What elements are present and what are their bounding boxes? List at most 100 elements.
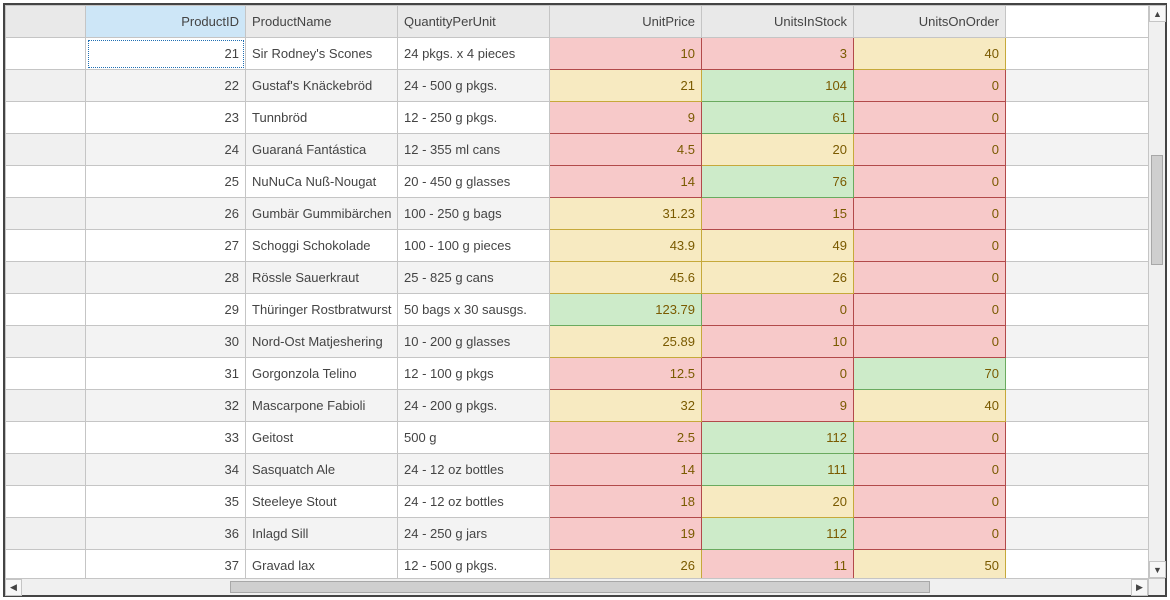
cell-unitprice[interactable]: 14	[550, 454, 702, 486]
cell-unitsonorder[interactable]: 0	[854, 262, 1006, 294]
table-row[interactable]: 25NuNuCa Nuß-Nougat20 - 450 g glasses147…	[6, 166, 1149, 198]
table-row[interactable]: 29Thüringer Rostbratwurst50 bags x 30 sa…	[6, 294, 1149, 326]
select-all-corner[interactable]	[6, 6, 86, 38]
table-row[interactable]: 26Gumbär Gummibärchen100 - 250 g bags31.…	[6, 198, 1149, 230]
cell-unitprice[interactable]: 10	[550, 38, 702, 70]
cell-quantityperunit[interactable]: 500 g	[398, 422, 550, 454]
cell-unitprice[interactable]: 26	[550, 550, 702, 579]
table-row[interactable]: 31Gorgonzola Telino12 - 100 g pkgs12.507…	[6, 358, 1149, 390]
column-header-unitsinstock[interactable]: UnitsInStock	[702, 6, 854, 38]
horizontal-scroll-thumb[interactable]	[230, 581, 930, 593]
scroll-left-button[interactable]: ◀	[5, 579, 22, 596]
row-header[interactable]	[6, 294, 86, 326]
cell-unitprice[interactable]: 9	[550, 102, 702, 134]
row-header[interactable]	[6, 102, 86, 134]
cell-unitsonorder[interactable]: 0	[854, 486, 1006, 518]
row-header[interactable]	[6, 134, 86, 166]
row-header[interactable]	[6, 454, 86, 486]
cell-productid[interactable]: 22	[86, 70, 246, 102]
cell-unitsinstock[interactable]: 111	[702, 454, 854, 486]
cell-unitsinstock[interactable]: 20	[702, 134, 854, 166]
cell-unitsonorder[interactable]: 40	[854, 390, 1006, 422]
cell-productname[interactable]: Gravad lax	[246, 550, 398, 579]
cell-quantityperunit[interactable]: 24 - 200 g pkgs.	[398, 390, 550, 422]
column-header-unitsonorder[interactable]: UnitsOnOrder	[854, 6, 1006, 38]
row-header[interactable]	[6, 518, 86, 550]
cell-unitsinstock[interactable]: 20	[702, 486, 854, 518]
cell-unitsonorder[interactable]: 0	[854, 198, 1006, 230]
cell-unitsinstock[interactable]: 0	[702, 358, 854, 390]
column-header-quantityperunit[interactable]: QuantityPerUnit	[398, 6, 550, 38]
cell-productname[interactable]: Gumbär Gummibärchen	[246, 198, 398, 230]
cell-productid[interactable]: 27	[86, 230, 246, 262]
cell-unitprice[interactable]: 12.5	[550, 358, 702, 390]
cell-productid[interactable]: 36	[86, 518, 246, 550]
cell-productname[interactable]: Geitost	[246, 422, 398, 454]
vertical-scrollbar[interactable]: ▲ ▼	[1148, 5, 1165, 578]
cell-productid[interactable]: 23	[86, 102, 246, 134]
table-row[interactable]: 34Sasquatch Ale24 - 12 oz bottles141110	[6, 454, 1149, 486]
cell-unitprice[interactable]: 4.5	[550, 134, 702, 166]
cell-unitprice[interactable]: 32	[550, 390, 702, 422]
cell-quantityperunit[interactable]: 25 - 825 g cans	[398, 262, 550, 294]
cell-quantityperunit[interactable]: 50 bags x 30 sausgs.	[398, 294, 550, 326]
row-header[interactable]	[6, 38, 86, 70]
cell-quantityperunit[interactable]: 12 - 355 ml cans	[398, 134, 550, 166]
cell-unitsinstock[interactable]: 10	[702, 326, 854, 358]
row-header[interactable]	[6, 230, 86, 262]
table-row[interactable]: 37Gravad lax12 - 500 g pkgs.261150	[6, 550, 1149, 579]
cell-quantityperunit[interactable]: 20 - 450 g glasses	[398, 166, 550, 198]
table-row[interactable]: 33Geitost500 g2.51120	[6, 422, 1149, 454]
scroll-up-button[interactable]: ▲	[1149, 5, 1166, 22]
cell-unitsinstock[interactable]: 26	[702, 262, 854, 294]
cell-unitprice[interactable]: 2.5	[550, 422, 702, 454]
cell-unitsonorder[interactable]: 50	[854, 550, 1006, 579]
horizontal-scrollbar[interactable]: ◀ ▶	[5, 578, 1148, 595]
cell-productid[interactable]: 34	[86, 454, 246, 486]
cell-unitsonorder[interactable]: 0	[854, 454, 1006, 486]
cell-productid[interactable]: 31	[86, 358, 246, 390]
column-header-productname[interactable]: ProductName	[246, 6, 398, 38]
cell-productname[interactable]: Thüringer Rostbratwurst	[246, 294, 398, 326]
cell-unitsonorder[interactable]: 0	[854, 70, 1006, 102]
cell-productid[interactable]: 21	[86, 38, 246, 70]
cell-productid[interactable]: 25	[86, 166, 246, 198]
cell-productid[interactable]: 29	[86, 294, 246, 326]
table-row[interactable]: 32Mascarpone Fabioli24 - 200 g pkgs.3294…	[6, 390, 1149, 422]
cell-unitsinstock[interactable]: 3	[702, 38, 854, 70]
row-header[interactable]	[6, 262, 86, 294]
cell-productid[interactable]: 37	[86, 550, 246, 579]
cell-productid[interactable]: 26	[86, 198, 246, 230]
cell-unitsonorder[interactable]: 0	[854, 102, 1006, 134]
cell-productname[interactable]: Sasquatch Ale	[246, 454, 398, 486]
cell-productname[interactable]: Mascarpone Fabioli	[246, 390, 398, 422]
cell-unitprice[interactable]: 21	[550, 70, 702, 102]
row-header[interactable]	[6, 198, 86, 230]
cell-quantityperunit[interactable]: 100 - 100 g pieces	[398, 230, 550, 262]
cell-unitprice[interactable]: 45.6	[550, 262, 702, 294]
row-header[interactable]	[6, 486, 86, 518]
cell-unitsinstock[interactable]: 112	[702, 422, 854, 454]
cell-quantityperunit[interactable]: 24 - 12 oz bottles	[398, 454, 550, 486]
cell-unitsonorder[interactable]: 0	[854, 134, 1006, 166]
cell-productid[interactable]: 35	[86, 486, 246, 518]
cell-quantityperunit[interactable]: 10 - 200 g glasses	[398, 326, 550, 358]
table-row[interactable]: 23Tunnbröd12 - 250 g pkgs.9610	[6, 102, 1149, 134]
cell-productname[interactable]: Steeleye Stout	[246, 486, 398, 518]
vertical-scroll-thumb[interactable]	[1151, 155, 1163, 265]
cell-quantityperunit[interactable]: 100 - 250 g bags	[398, 198, 550, 230]
cell-unitsinstock[interactable]: 0	[702, 294, 854, 326]
table-row[interactable]: 21Sir Rodney's Scones24 pkgs. x 4 pieces…	[6, 38, 1149, 70]
cell-productname[interactable]: Schoggi Schokolade	[246, 230, 398, 262]
cell-unitprice[interactable]: 14	[550, 166, 702, 198]
table-row[interactable]: 27Schoggi Schokolade100 - 100 g pieces43…	[6, 230, 1149, 262]
cell-unitsinstock[interactable]: 9	[702, 390, 854, 422]
cell-unitsinstock[interactable]: 61	[702, 102, 854, 134]
cell-productid[interactable]: 24	[86, 134, 246, 166]
table-row[interactable]: 28Rössle Sauerkraut25 - 825 g cans45.626…	[6, 262, 1149, 294]
cell-unitprice[interactable]: 25.89	[550, 326, 702, 358]
cell-unitsonorder[interactable]: 0	[854, 518, 1006, 550]
table-row[interactable]: 36Inlagd Sill24 - 250 g jars191120	[6, 518, 1149, 550]
cell-productid[interactable]: 28	[86, 262, 246, 294]
cell-productid[interactable]: 32	[86, 390, 246, 422]
